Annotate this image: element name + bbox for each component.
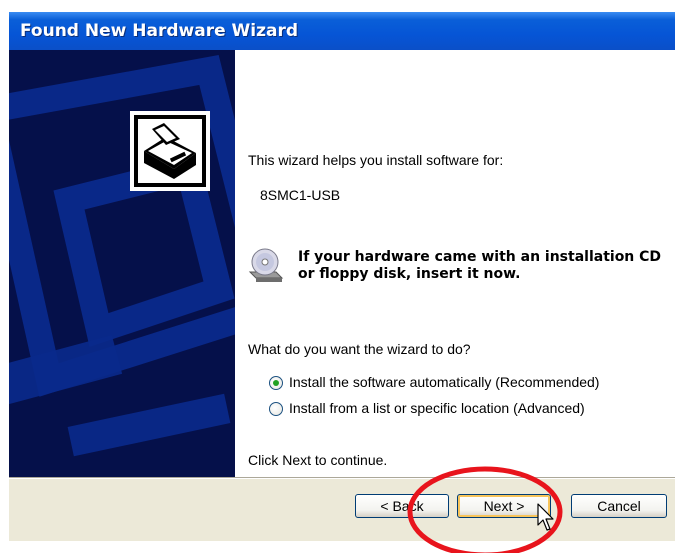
window-title: Found New Hardware Wizard — [20, 21, 299, 41]
footer-hint: Click Next to continue. — [248, 452, 388, 468]
intro-text: This wizard helps you install software f… — [248, 152, 504, 168]
next-button[interactable]: Next > — [457, 494, 551, 518]
option-advanced[interactable]: Install from a list or specific location… — [269, 400, 629, 420]
cd-drive-icon — [246, 246, 286, 284]
wizard-side-banner — [9, 50, 235, 477]
hardware-install-icon — [130, 111, 210, 191]
radio-selected-dot — [273, 380, 279, 386]
option-advanced-label: Install from a list or specific location… — [289, 400, 585, 416]
cd-notice-line2: or floppy disk, insert it now. — [298, 266, 521, 282]
wizard-content: This wizard helps you install software f… — [235, 50, 675, 477]
wizard-window: Found New Hardware Wizard This wizard he… — [9, 12, 675, 541]
option-automatic-label: Install the software automatically (Reco… — [289, 374, 600, 390]
cd-notice-line1: If your hardware came with an installati… — [298, 249, 662, 265]
radio-advanced[interactable] — [269, 402, 283, 416]
radio-automatic[interactable] — [269, 376, 283, 390]
title-bar[interactable]: Found New Hardware Wizard — [9, 12, 675, 50]
cancel-button[interactable]: Cancel — [571, 494, 667, 518]
button-separator — [9, 477, 675, 479]
question-text: What do you want the wizard to do? — [248, 341, 471, 357]
option-automatic[interactable]: Install the software automatically (Reco… — [269, 374, 629, 394]
device-name: 8SMC1-USB — [260, 187, 341, 203]
back-button[interactable]: < Back — [355, 494, 449, 518]
